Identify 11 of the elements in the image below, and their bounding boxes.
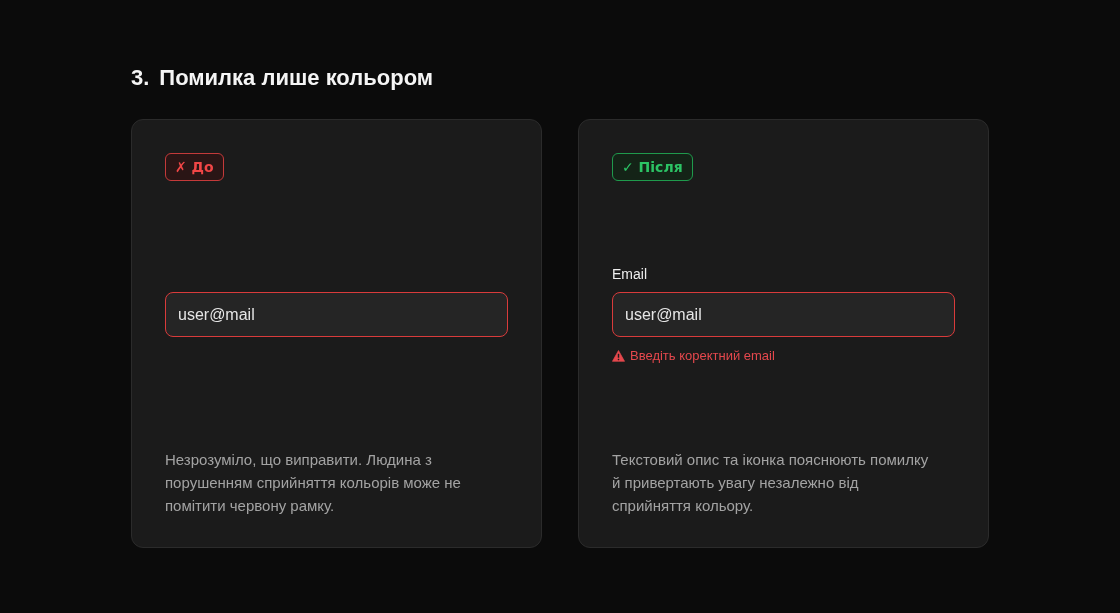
warning-icon [612,350,625,362]
email-input[interactable]: user@mail [612,292,955,337]
error-message: Введіть коректний email [630,348,775,364]
description-text: Текстовий опис та іконка пояснюють помилку й привертають увагу незалежно від сприйняття кольору. [612,450,930,516]
description-text: Незрозуміло, що виправити. Людина з порушенням сприйняття кольорів може не помітити червону рамку. [165,450,462,516]
field-label: Email [612,265,648,283]
section-title: Помилка лише кольором [159,64,434,92]
section-number: 3. [131,64,150,92]
status-badge: ✗ До [165,153,224,181]
status-badge: ✓ Після [612,153,693,181]
email-input[interactable]: user@mail [165,292,508,337]
